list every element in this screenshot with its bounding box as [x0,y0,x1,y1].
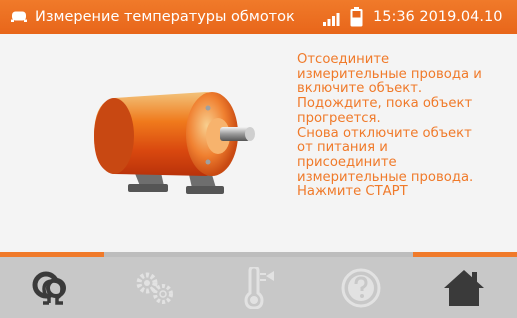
status-bar: Измерение температуры обмоток 15:36 2019… [0,0,517,34]
help-button[interactable] [309,257,412,318]
settings-button[interactable] [103,257,206,318]
thermometer-icon [243,266,274,309]
instruction-text: Отсоедините измерительные провода и вклю… [297,52,482,200]
home-icon [443,269,484,306]
measurement-button[interactable] [0,257,103,318]
screen-title: Измерение температуры обмоток [35,9,295,25]
motor-icon [94,92,255,194]
signal-icon [323,13,340,26]
measurement-icon [32,271,66,305]
bottom-nav [0,257,517,318]
home-button[interactable] [412,257,515,318]
app-icon [11,11,27,22]
help-icon [341,268,380,307]
thermometer-button[interactable] [206,257,309,318]
battery-icon [350,7,363,27]
datetime-display: 15:36 2019.04.10 [373,9,503,25]
instruction-panel: Отсоедините измерительные провода и вклю… [0,34,517,252]
settings-icon [136,272,173,304]
